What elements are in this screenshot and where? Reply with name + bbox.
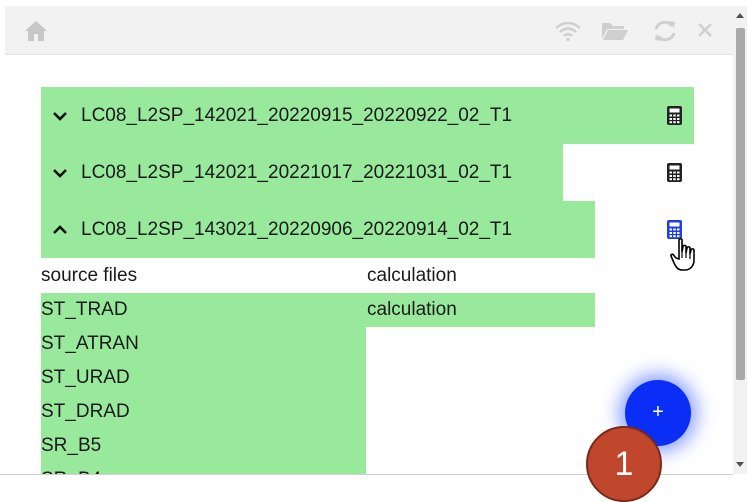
calculation-header: calculation <box>367 265 457 286</box>
source-file-item[interactable]: ST_URAD <box>41 361 130 395</box>
scene-name: LC08_L2SP_142021_20221017_20221031_02_T1 <box>81 161 513 183</box>
calculator-icon[interactable] <box>667 106 682 125</box>
calculator-icon[interactable] <box>667 220 682 239</box>
calculation-item[interactable]: calculation <box>367 293 457 327</box>
close-icon[interactable] <box>697 22 713 38</box>
source-files-header: source files <box>41 265 138 286</box>
hand-cursor-icon <box>670 238 695 271</box>
scrollbar[interactable] <box>733 6 747 474</box>
scroll-up-arrow-icon[interactable] <box>736 12 744 18</box>
wifi-icon[interactable] <box>554 20 582 42</box>
source-file-item[interactable]: SR_B4 <box>41 463 101 474</box>
source-file-item[interactable]: ST_ATRAN <box>41 327 139 361</box>
scene-row[interactable]: LC08_L2SP_142021_20221017_20221031_02_T1 <box>41 144 512 201</box>
app-panel: LC08_L2SP_142021_20220915_20220922_02_T1… <box>5 6 733 474</box>
source-file-item[interactable]: ST_TRAD <box>41 293 128 327</box>
scrollbar-thumb[interactable] <box>736 28 745 380</box>
scene-name: LC08_L2SP_142021_20220915_20220922_02_T1 <box>81 104 513 126</box>
scroll-down-arrow-icon[interactable] <box>736 462 744 468</box>
chevron-down-icon[interactable] <box>52 110 68 122</box>
toolbar <box>5 6 733 55</box>
calculator-icon[interactable] <box>667 163 682 182</box>
folder-open-icon[interactable] <box>601 21 629 41</box>
refresh-icon[interactable] <box>652 19 678 43</box>
chevron-down-icon[interactable] <box>52 167 68 179</box>
source-file-item[interactable]: ST_DRAD <box>41 395 130 429</box>
chevron-up-icon[interactable] <box>52 224 68 236</box>
home-icon[interactable] <box>24 20 48 42</box>
scene-name: LC08_L2SP_143021_20220906_20220914_02_T1 <box>81 218 513 240</box>
scene-row[interactable]: LC08_L2SP_143021_20220906_20220914_02_T1 <box>41 201 512 258</box>
step-badge: 1 <box>586 426 662 502</box>
source-file-item[interactable]: SR_B5 <box>41 429 101 463</box>
scene-row[interactable]: LC08_L2SP_142021_20220915_20220922_02_T1 <box>41 87 512 144</box>
